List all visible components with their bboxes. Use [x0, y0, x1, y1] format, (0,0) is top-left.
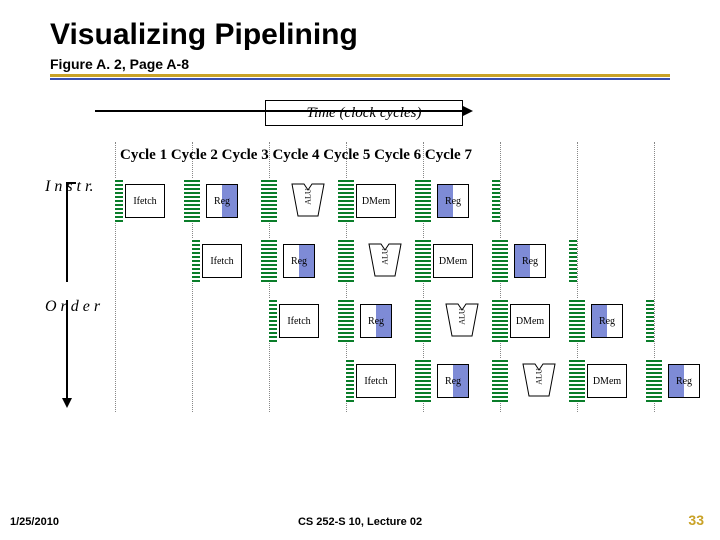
stage-box-reg2: Reg: [668, 364, 700, 398]
stage-box-reg2: Reg: [514, 244, 546, 278]
latch-left-icon: [500, 298, 508, 342]
stage-dmem: DMem: [346, 178, 423, 222]
stage-box-ifetch: Ifetch: [356, 364, 396, 398]
stage-box-reg2: Reg: [591, 304, 623, 338]
latch-left-icon: [654, 358, 662, 402]
latch-right-icon: [261, 178, 269, 222]
latch-right-icon: [338, 298, 346, 342]
latch-left-icon: [192, 178, 200, 222]
latch-right-icon: [338, 178, 346, 222]
latch-right-icon: [415, 358, 423, 402]
stage-dmem: DMem: [577, 358, 654, 402]
stage-ifetch: Ifetch: [115, 178, 192, 222]
stage-alu: ALU: [423, 298, 500, 342]
stage-reg2: Reg: [654, 358, 720, 402]
latch-left-icon: [269, 298, 277, 342]
stage-box-ifetch: Ifetch: [279, 304, 319, 338]
latch-right-icon: [415, 238, 423, 282]
latch-left-icon: [500, 238, 508, 282]
latch-left-icon: [192, 238, 200, 282]
stage-box-reg1: Reg: [437, 364, 469, 398]
latch-right-icon: [646, 298, 654, 342]
stage-box-reg1: Reg: [283, 244, 315, 278]
rule-blue: [50, 78, 670, 80]
stage-reg2: Reg: [500, 238, 577, 282]
latch-left-icon: [577, 358, 585, 402]
footer-page-number: 33: [688, 512, 704, 528]
latch-right-icon: [492, 298, 500, 342]
alu-label: ALU: [457, 299, 466, 335]
latch-right-icon: [492, 358, 500, 402]
alu-label: ALU: [303, 179, 312, 215]
footer-course: CS 252-S 10, Lecture 02: [0, 516, 720, 528]
y-axis-arrow-icon: [62, 398, 72, 408]
stage-box-ifetch: Ifetch: [125, 184, 165, 218]
stage-ifetch: Ifetch: [192, 238, 269, 282]
stage-box-ifetch: Ifetch: [202, 244, 242, 278]
stage-reg1: Reg: [423, 358, 500, 402]
stage-ifetch: Ifetch: [346, 358, 423, 402]
slide-subtitle: Figure A. 2, Page A-8: [50, 56, 189, 72]
latch-left-icon: [423, 178, 431, 222]
latch-right-icon: [415, 178, 423, 222]
y-axis-tick: [66, 182, 76, 184]
stage-alu: ALU: [269, 178, 346, 222]
stage-box-dmem: DMem: [510, 304, 550, 338]
y-label-order: O r d e r: [45, 298, 100, 316]
stage-dmem: DMem: [423, 238, 500, 282]
stage-box-dmem: DMem: [587, 364, 627, 398]
stage-box-reg1: Reg: [360, 304, 392, 338]
latch-right-icon: [569, 238, 577, 282]
stage-box-dmem: DMem: [356, 184, 396, 218]
time-axis-arrow-icon: [463, 106, 473, 116]
stage-ifetch: Ifetch: [269, 298, 346, 342]
latch-right-icon: [261, 238, 269, 282]
latch-left-icon: [346, 178, 354, 222]
y-axis-segment-1: [66, 182, 68, 282]
cycle-header-row: Cycle 1 Cycle 2 Cycle 3 Cycle 4 Cycle 5 …: [120, 147, 472, 164]
latch-left-icon: [269, 178, 277, 222]
alu-label: ALU: [534, 359, 543, 395]
latch-right-icon: [338, 238, 346, 282]
latch-right-icon: [646, 358, 654, 402]
stage-reg1: Reg: [346, 298, 423, 342]
stage-reg1: Reg: [192, 178, 269, 222]
stage-reg2: Reg: [423, 178, 500, 222]
stage-box-reg1: Reg: [206, 184, 238, 218]
stage-dmem: DMem: [500, 298, 577, 342]
stage-box-dmem: DMem: [433, 244, 473, 278]
latch-left-icon: [423, 238, 431, 282]
y-axis-segment-2: [66, 300, 68, 400]
rule-gold: [50, 74, 670, 77]
latch-left-icon: [346, 358, 354, 402]
stage-alu: ALU: [346, 238, 423, 282]
latch-left-icon: [346, 238, 354, 282]
latch-left-icon: [423, 298, 431, 342]
latch-left-icon: [577, 298, 585, 342]
latch-right-icon: [569, 358, 577, 402]
latch-left-icon: [500, 358, 508, 402]
slide-title: Visualizing Pipelining: [50, 18, 358, 52]
latch-right-icon: [184, 178, 192, 222]
latch-right-icon: [569, 298, 577, 342]
y-label-instr: I n s t r.: [45, 178, 93, 196]
stage-reg1: Reg: [269, 238, 346, 282]
latch-right-icon: [492, 238, 500, 282]
latch-right-icon: [415, 298, 423, 342]
stage-reg2: Reg: [577, 298, 654, 342]
stage-box-reg2: Reg: [437, 184, 469, 218]
latch-right-icon: [492, 178, 500, 222]
stage-alu: ALU: [500, 358, 577, 402]
alu-label: ALU: [380, 239, 389, 275]
latch-left-icon: [423, 358, 431, 402]
latch-left-icon: [269, 238, 277, 282]
latch-left-icon: [346, 298, 354, 342]
time-axis-label: Time (clock cycles): [265, 100, 463, 126]
latch-left-icon: [115, 178, 123, 222]
